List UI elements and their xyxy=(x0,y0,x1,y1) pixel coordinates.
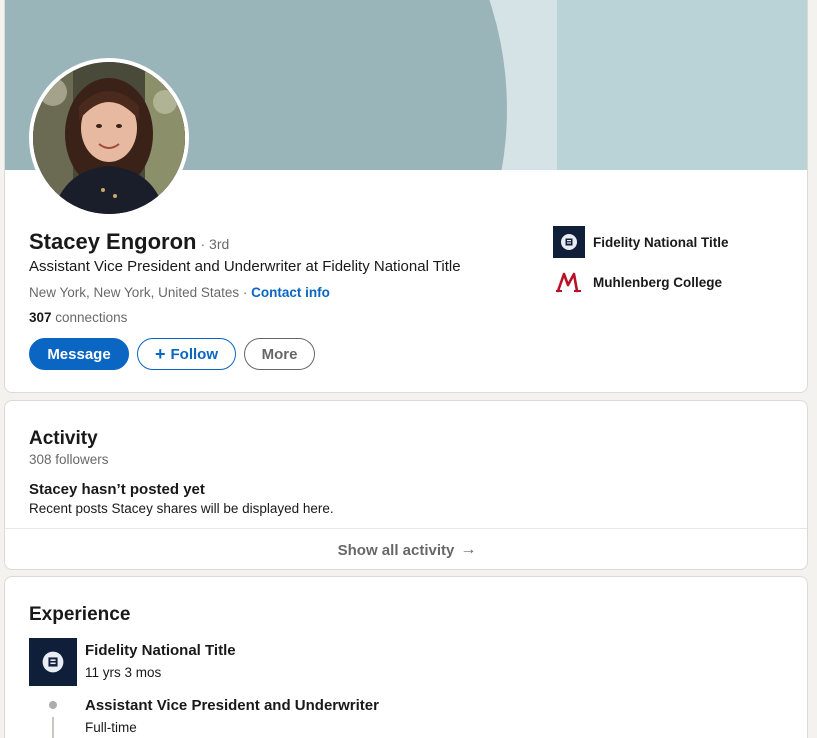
profile-location: New York, New York, United States xyxy=(29,285,240,300)
arrow-right-icon: → xyxy=(460,541,477,558)
profile-name: Stacey Engoron xyxy=(29,229,197,254)
org-label: Muhlenberg College xyxy=(593,274,723,290)
location-separator: · xyxy=(239,285,252,300)
show-all-label: Show all activity xyxy=(337,541,455,559)
action-buttons: Message + Follow More xyxy=(29,338,315,370)
empty-activity-desc: Recent posts Stacey shares will be displ… xyxy=(29,501,334,516)
timeline-dot xyxy=(49,701,57,709)
follow-button[interactable]: + Follow xyxy=(137,338,236,370)
name-row: Stacey Engoron · 3rd xyxy=(29,229,229,255)
activity-title: Activity xyxy=(29,428,98,449)
activity-card: Activity 308 followers Stacey hasn’t pos… xyxy=(4,400,808,570)
experience-card: Experience Fidelity National Title 11 yr… xyxy=(4,576,808,738)
connections-count: 307 xyxy=(29,310,52,325)
org-list: Fidelity National Title Muhlenberg Colle… xyxy=(553,226,729,306)
fidelity-logo-icon xyxy=(553,226,585,258)
show-all-activity-button[interactable]: Show all activity → xyxy=(5,528,807,569)
org-item-muhlenberg[interactable]: Muhlenberg College xyxy=(553,266,729,298)
role-type: Full-time xyxy=(85,720,137,735)
more-button[interactable]: More xyxy=(244,338,315,370)
experience-duration: 11 yrs 3 mos xyxy=(85,665,162,680)
org-item-fidelity[interactable]: Fidelity National Title xyxy=(553,226,729,258)
avatar-photo-icon xyxy=(33,62,185,214)
profile-card: Stacey Engoron · 3rd Assistant Vice Pres… xyxy=(4,0,808,393)
empty-activity-title: Stacey hasn’t posted yet xyxy=(29,481,205,498)
org-label: Fidelity National Title xyxy=(593,234,729,250)
muhlenberg-logo-icon xyxy=(553,266,585,298)
experience-title: Experience xyxy=(29,604,131,625)
fidelity-logo-icon[interactable] xyxy=(29,638,77,686)
avatar[interactable] xyxy=(29,58,189,218)
plus-icon: + xyxy=(154,344,166,364)
follow-label: Follow xyxy=(170,345,219,363)
location-row: New York, New York, United States · Cont… xyxy=(29,285,330,300)
timeline-line xyxy=(52,717,54,738)
connections-link[interactable]: 307 connections xyxy=(29,310,127,325)
connections-label: connections xyxy=(51,310,128,325)
message-button[interactable]: Message xyxy=(29,338,129,370)
experience-company[interactable]: Fidelity National Title xyxy=(85,642,236,659)
connection-degree: · 3rd xyxy=(200,236,230,252)
contact-info-link[interactable]: Contact info xyxy=(251,285,330,300)
role-title: Assistant Vice President and Underwriter xyxy=(85,697,379,714)
profile-headline: Assistant Vice President and Underwriter… xyxy=(29,258,461,275)
followers-count[interactable]: 308 followers xyxy=(29,452,109,467)
